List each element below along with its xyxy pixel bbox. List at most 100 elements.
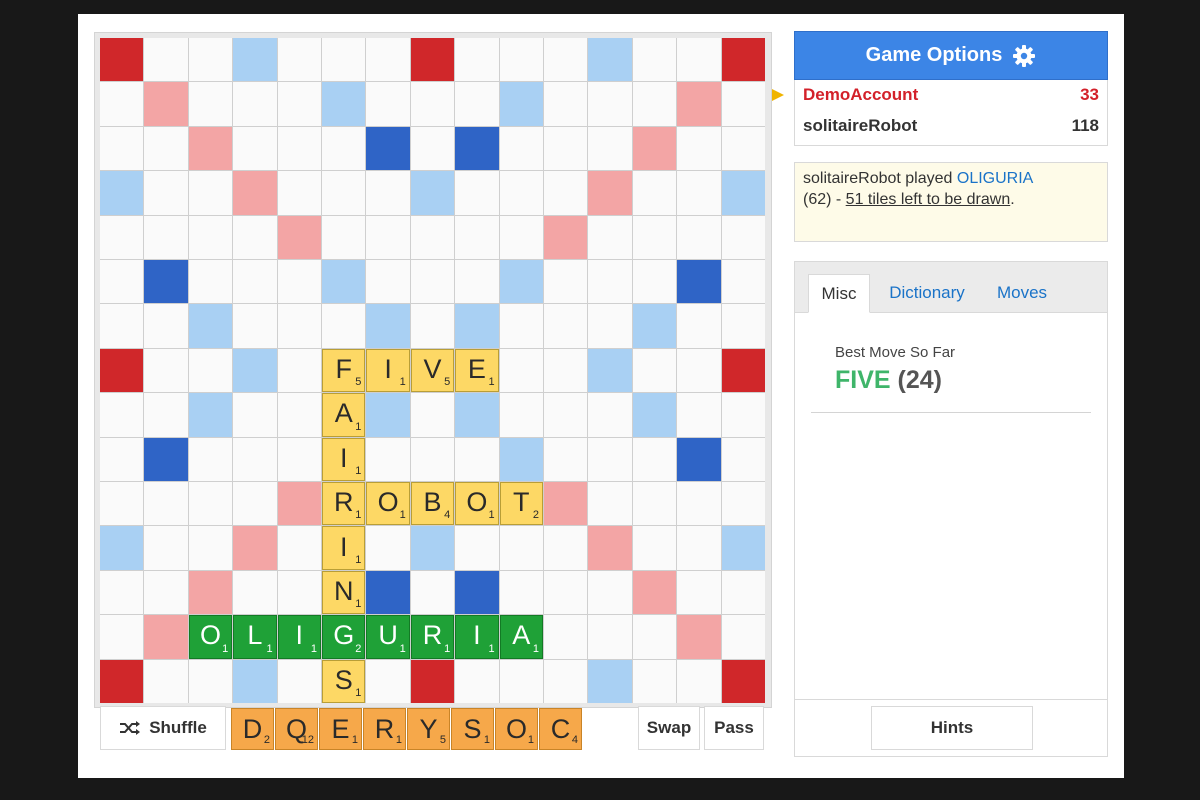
board-square[interactable] (277, 82, 321, 126)
board-square[interactable] (100, 482, 144, 526)
board-square[interactable] (588, 570, 632, 615)
board-square[interactable] (499, 126, 543, 171)
board-square[interactable] (233, 437, 277, 481)
board-square[interactable] (410, 82, 455, 126)
board-square[interactable] (721, 482, 765, 526)
board-square[interactable] (544, 304, 588, 348)
board-square[interactable] (499, 526, 543, 570)
board-square[interactable] (233, 393, 277, 437)
board-square[interactable]: R1 (322, 482, 366, 526)
double-word-square[interactable] (188, 126, 233, 171)
board-square[interactable] (144, 570, 188, 615)
board-square[interactable] (632, 348, 677, 393)
board-square[interactable] (588, 215, 632, 259)
board-square[interactable] (588, 393, 632, 437)
double-letter-square[interactable] (499, 260, 543, 304)
board-square[interactable] (410, 570, 455, 615)
board-square[interactable]: A1 (322, 393, 366, 437)
board-square[interactable] (188, 215, 233, 259)
double-letter-square[interactable] (100, 526, 144, 570)
double-word-square[interactable] (144, 615, 188, 659)
double-letter-square[interactable] (632, 304, 677, 348)
board-square[interactable] (100, 126, 144, 171)
double-letter-square[interactable] (499, 437, 543, 481)
board-square[interactable] (677, 526, 721, 570)
tab-dictionary[interactable]: Dictionary (881, 274, 973, 312)
board-square[interactable]: I1 (322, 526, 366, 570)
board-square[interactable] (588, 437, 632, 481)
double-letter-square[interactable] (188, 304, 233, 348)
board-square[interactable] (455, 38, 499, 82)
board-square[interactable] (188, 82, 233, 126)
double-word-square[interactable] (188, 570, 233, 615)
triple-word-square[interactable] (100, 348, 144, 393)
board-square[interactable]: I1 (455, 615, 499, 659)
board-square[interactable] (233, 482, 277, 526)
board-square[interactable] (366, 260, 410, 304)
board-square[interactable] (499, 171, 543, 215)
double-letter-square[interactable]: I1 (322, 437, 366, 481)
board-square[interactable] (721, 126, 765, 171)
board-square[interactable] (188, 526, 233, 570)
board-square[interactable] (277, 659, 321, 703)
board-square[interactable] (544, 171, 588, 215)
double-letter-square[interactable] (366, 393, 410, 437)
board-square[interactable] (455, 526, 499, 570)
board-square[interactable] (455, 171, 499, 215)
shuffle-button[interactable]: Shuffle (100, 706, 226, 750)
board-square[interactable] (277, 570, 321, 615)
double-letter-square[interactable] (588, 38, 632, 82)
board-square[interactable] (632, 437, 677, 481)
triple-letter-square[interactable] (144, 260, 188, 304)
board-square[interactable] (188, 348, 233, 393)
board-square[interactable] (544, 38, 588, 82)
board-square[interactable] (410, 437, 455, 481)
board-square[interactable] (544, 82, 588, 126)
board-square[interactable] (144, 482, 188, 526)
board-square[interactable]: R1 (410, 615, 455, 659)
double-letter-square[interactable] (455, 304, 499, 348)
board-square[interactable]: L1 (233, 615, 277, 659)
board-square[interactable] (721, 570, 765, 615)
double-word-square[interactable] (588, 171, 632, 215)
triple-letter-square[interactable] (366, 570, 410, 615)
board-square[interactable] (721, 437, 765, 481)
board-square[interactable] (233, 126, 277, 171)
double-word-square[interactable] (677, 82, 721, 126)
double-letter-square[interactable] (410, 526, 455, 570)
board-square[interactable] (588, 260, 632, 304)
board-square[interactable] (721, 304, 765, 348)
double-letter-square[interactable]: G2 (322, 615, 366, 659)
double-letter-square[interactable] (188, 393, 233, 437)
triple-letter-square[interactable] (144, 437, 188, 481)
double-word-square[interactable] (677, 615, 721, 659)
board-square[interactable] (632, 482, 677, 526)
board-square[interactable] (144, 38, 188, 82)
triple-letter-square[interactable] (366, 126, 410, 171)
rack-tile[interactable]: Q 12 (275, 708, 318, 750)
board-square[interactable] (677, 215, 721, 259)
board-square[interactable] (588, 304, 632, 348)
board-square[interactable] (632, 615, 677, 659)
board-square[interactable] (499, 659, 543, 703)
triple-word-square[interactable] (410, 38, 455, 82)
board-square[interactable] (277, 171, 321, 215)
board-square[interactable] (100, 215, 144, 259)
board-square[interactable] (188, 482, 233, 526)
board-square[interactable] (100, 260, 144, 304)
double-letter-square[interactable] (322, 260, 366, 304)
double-letter-square[interactable] (455, 393, 499, 437)
board-square[interactable] (544, 659, 588, 703)
board-square[interactable] (366, 171, 410, 215)
board-square[interactable] (677, 126, 721, 171)
board-square[interactable] (188, 171, 233, 215)
board-square[interactable] (277, 38, 321, 82)
board-square[interactable] (144, 171, 188, 215)
board-square[interactable] (677, 171, 721, 215)
double-word-square[interactable] (277, 482, 321, 526)
board-square[interactable] (277, 526, 321, 570)
board-square[interactable] (233, 304, 277, 348)
triple-word-square[interactable] (100, 659, 144, 703)
board-square[interactable] (100, 615, 144, 659)
board-square[interactable] (588, 615, 632, 659)
